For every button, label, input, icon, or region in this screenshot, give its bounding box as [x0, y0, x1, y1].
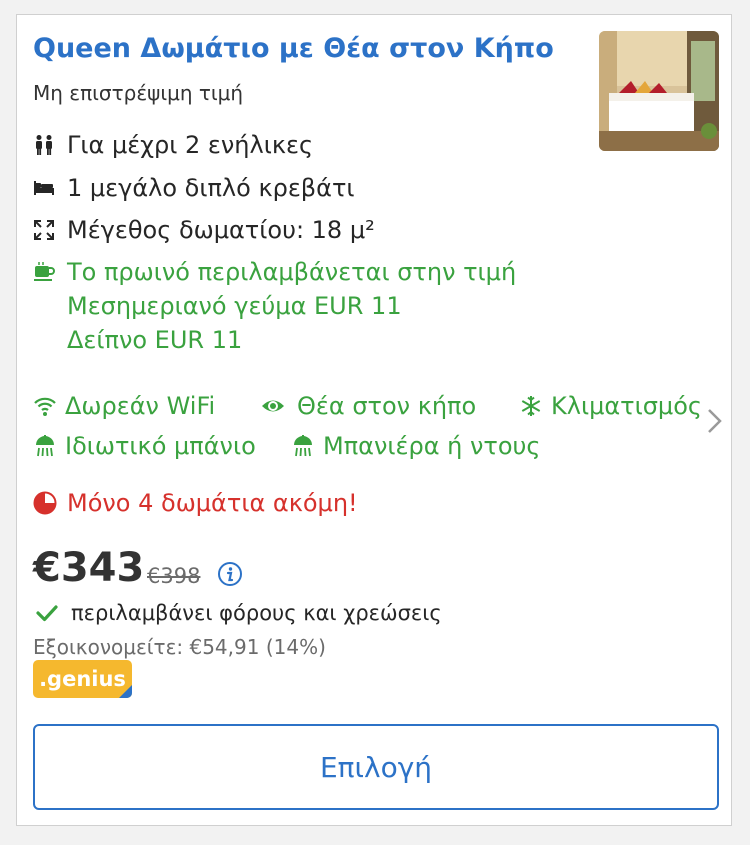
select-button[interactable]: Επιλογή: [33, 724, 719, 810]
room-photo[interactable]: [599, 31, 719, 151]
facility-bath: Μπανιέρα ή ντους: [291, 432, 541, 460]
taxes-text: περιλαμβάνει φόρους και χρεώσεις: [71, 601, 442, 625]
facility-view: Θέα στον κήπο: [257, 392, 476, 420]
lunch-text: Μεσημεριανό γεύμα EUR 11: [67, 292, 402, 320]
shower-icon: [294, 435, 312, 457]
breakfast-text: Το πρωινό περιλαμβάνεται στην τιμή: [67, 258, 517, 286]
facility-view-label: Θέα στον κήπο: [297, 392, 477, 420]
wifi-icon: [34, 397, 56, 416]
pie-clock-icon: [33, 491, 57, 515]
facility-wifi: Δωρεάν WiFi: [33, 392, 215, 420]
checkmark-icon: [36, 605, 58, 622]
breakfast-row: Το πρωινό περιλαμβάνεται στην τιμή: [33, 258, 516, 286]
genius-badge: .genius: [33, 660, 132, 698]
room-title[interactable]: Queen Δωμάτιο με Θέα στον Κήπο: [33, 33, 573, 64]
guests-row: Για μέχρι 2 ενήλικες: [33, 131, 313, 159]
facility-ac-label: Κλιματισμός: [551, 392, 702, 420]
people-icon: [36, 135, 52, 155]
facility-bathroom-label: Ιδιωτικό μπάνιο: [65, 432, 256, 460]
availability-message: Μόνο 4 δωμάτια ακόμη!: [33, 489, 358, 517]
rate-policy: Μη επιστρέψιμη τιμή: [33, 81, 244, 105]
chevron-right-icon[interactable]: [701, 405, 727, 437]
current-price: €343: [33, 545, 145, 591]
bed-text: 1 μεγάλο διπλό κρεβάτι: [67, 174, 355, 202]
facility-bath-label: Μπανιέρα ή ντους: [323, 432, 541, 460]
facility-bathroom: Ιδιωτικό μπάνιο: [33, 432, 256, 460]
badge-corner: [119, 685, 132, 698]
genius-label: .genius: [39, 667, 126, 691]
size-text: Μέγεθος δωματίου: 18 μ²: [67, 216, 375, 244]
snowflake-icon: [521, 396, 541, 416]
facility-wifi-label: Δωρεάν WiFi: [65, 392, 216, 420]
eye-icon: [262, 400, 284, 412]
room-card: Queen Δωμάτιο με Θέα στον Κήπο Μη επιστρ…: [16, 14, 732, 826]
original-price: €398: [147, 564, 201, 588]
taxes-included: περιλαμβάνει φόρους και χρεώσεις: [35, 601, 442, 625]
availability-text: Μόνο 4 δωμάτια ακόμη!: [67, 489, 358, 517]
coffee-cup-icon: [34, 262, 55, 281]
bed-row: 1 μεγάλο διπλό κρεβάτι: [33, 174, 355, 202]
guests-text: Για μέχρι 2 ενήλικες: [67, 131, 314, 159]
shower-icon: [36, 435, 54, 457]
dinner-text: Δείπνο EUR 11: [67, 326, 243, 354]
facility-ac: Κλιματισμός: [519, 392, 702, 420]
expand-icon: [34, 220, 54, 240]
bed-icon: [34, 181, 54, 195]
info-icon[interactable]: [217, 561, 243, 587]
saving-text: Εξοικονομείτε: €54,91 (14%): [33, 635, 326, 659]
size-row: Μέγεθος δωματίου: 18 μ²: [33, 216, 375, 244]
